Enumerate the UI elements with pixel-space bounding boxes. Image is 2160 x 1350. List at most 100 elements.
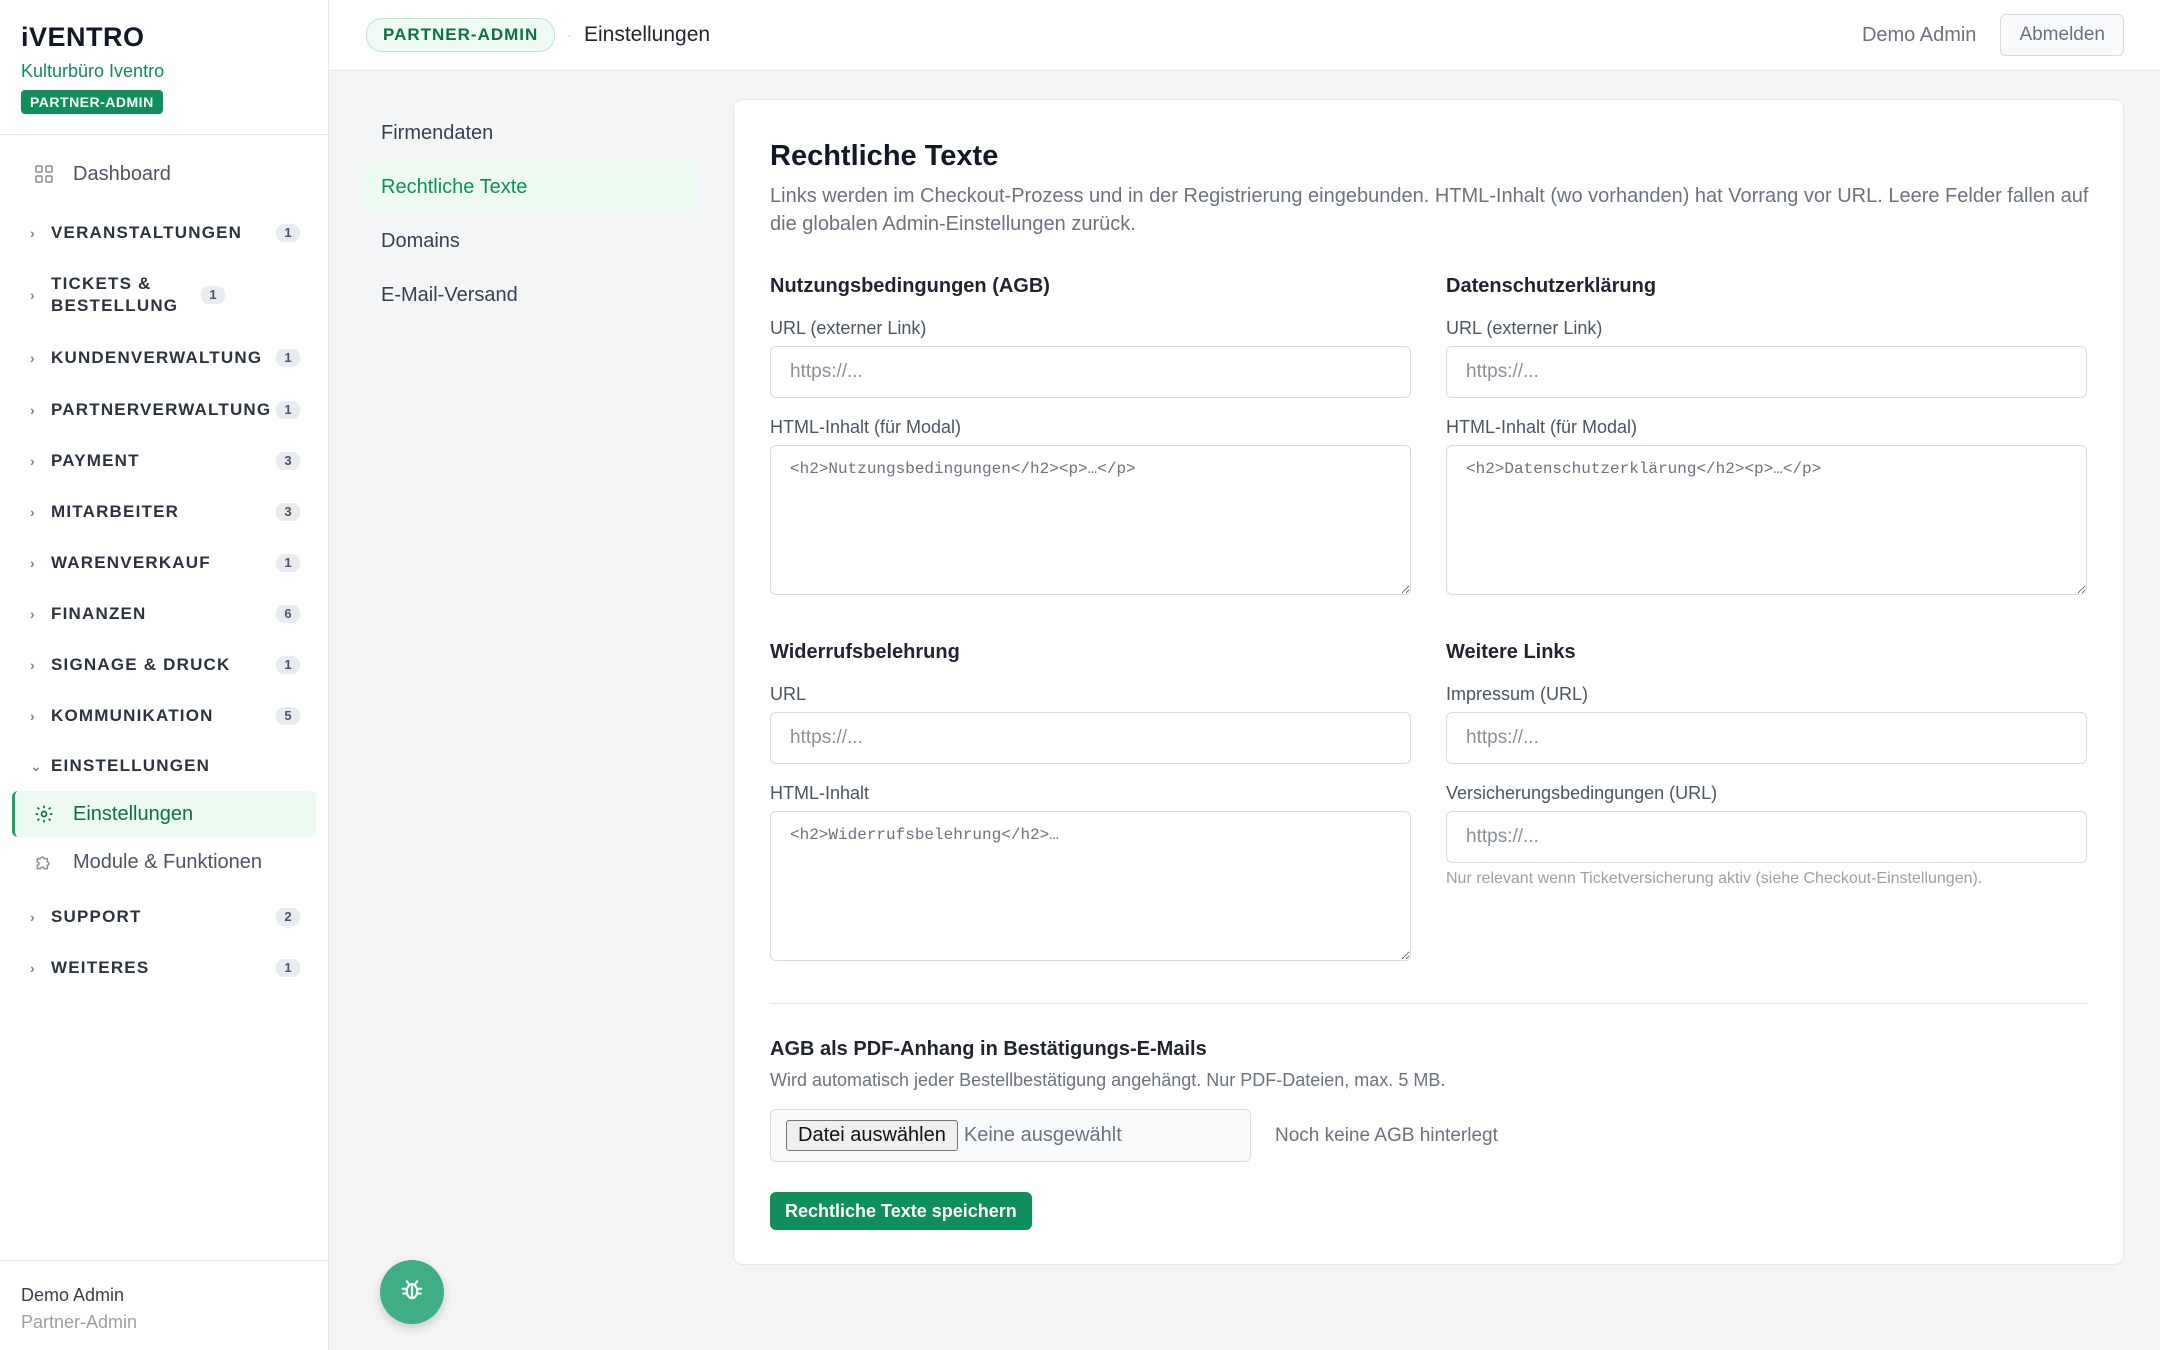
imprint-url-input[interactable] bbox=[1446, 712, 2087, 764]
sidebar: iVENTRO Kulturbüro Iventro PARTNER-ADMIN… bbox=[0, 0, 329, 1350]
choose-file-button[interactable]: Datei auswählen bbox=[786, 1120, 958, 1151]
chevron-right-icon: › bbox=[30, 287, 36, 303]
pdf-description: Wird automatisch jeder Bestellbestätigun… bbox=[770, 1070, 1446, 1090]
chevron-right-icon: › bbox=[30, 554, 36, 571]
count-badge: 1 bbox=[276, 400, 300, 419]
count-badge: 3 bbox=[276, 451, 300, 470]
count-badge: 3 bbox=[276, 502, 300, 521]
sidebar-group-einstellungen[interactable]: ⌄ EINSTELLUNGEN bbox=[0, 741, 328, 791]
agb-html-textarea[interactable] bbox=[770, 445, 1411, 595]
insurance-label: Versicherungsbedingungen (URL) bbox=[1446, 783, 1718, 803]
section-divider bbox=[770, 1003, 2088, 1004]
pdf-title: AGB als PDF-Anhang in Bestätigungs-E-Mai… bbox=[770, 1038, 1207, 1060]
bug-report-button[interactable] bbox=[380, 1260, 444, 1324]
chevron-right-icon: › bbox=[30, 452, 36, 469]
count-badge: 6 bbox=[276, 604, 300, 623]
sidebar-item-einstellungen[interactable]: Einstellungen bbox=[12, 791, 316, 837]
tab-domains[interactable]: Domains bbox=[365, 216, 697, 266]
sidebar-group-payment[interactable]: › PAYMENT 3 bbox=[0, 435, 328, 486]
sidebar-group-support[interactable]: › SUPPORT 2 bbox=[0, 891, 328, 942]
logout-button[interactable]: Abmelden bbox=[2000, 14, 2124, 56]
count-badge: 5 bbox=[276, 706, 300, 725]
insurance-url-input[interactable] bbox=[1446, 811, 2087, 863]
count-badge: 2 bbox=[276, 907, 300, 926]
chevron-right-icon: › bbox=[30, 224, 36, 241]
sidebar-group-weiteres[interactable]: › WEITERES 1 bbox=[0, 942, 328, 993]
chevron-right-icon: › bbox=[30, 959, 36, 976]
role-badge: PARTNER-ADMIN bbox=[366, 18, 556, 52]
sidebar-group-warenverkauf[interactable]: › WARENVERKAUF 1 bbox=[0, 537, 328, 588]
sidebar-group-finanzen[interactable]: › FINANZEN 6 bbox=[0, 588, 328, 639]
count-badge: 1 bbox=[201, 286, 225, 304]
sidebar-item-dashboard[interactable]: Dashboard bbox=[12, 149, 316, 199]
count-badge: 1 bbox=[276, 223, 300, 242]
user-name: Demo Admin bbox=[21, 1285, 125, 1305]
agb-url-label: URL (externer Link) bbox=[770, 318, 927, 338]
insurance-hint: Nur relevant wenn Ticketversicherung akt… bbox=[1446, 870, 1983, 887]
section-description: Links werden im Checkout-Prozess und in … bbox=[770, 185, 2089, 235]
sidebar-user: Demo Admin Partner-Admin bbox=[0, 1260, 328, 1350]
sidebar-group-veranstaltungen[interactable]: › VERANSTALTUNGEN 1 bbox=[0, 207, 328, 258]
chevron-right-icon: › bbox=[30, 908, 36, 925]
chevron-right-icon: › bbox=[30, 503, 36, 520]
section-title: Rechtliche Texte bbox=[770, 140, 999, 172]
chevron-down-icon: ⌄ bbox=[30, 757, 43, 774]
imprint-label: Impressum (URL) bbox=[1446, 684, 1589, 704]
chevron-right-icon: › bbox=[30, 605, 36, 622]
agb-title: Nutzungsbedingungen (AGB) bbox=[770, 275, 1050, 297]
breadcrumb-separator: · bbox=[567, 27, 572, 43]
withdrawal-html-label: HTML-Inhalt bbox=[770, 783, 870, 803]
top-header: PARTNER-ADMIN · Einstellungen Demo Admin… bbox=[329, 0, 2160, 71]
withdrawal-url-input[interactable] bbox=[770, 712, 1411, 764]
withdrawal-html-textarea[interactable] bbox=[770, 811, 1411, 961]
privacy-url-label: URL (externer Link) bbox=[1446, 318, 1603, 338]
privacy-title: Datenschutzerklärung bbox=[1446, 275, 1657, 297]
pdf-file-input[interactable]: Datei auswählen Keine ausgewählt bbox=[770, 1109, 1251, 1162]
sidebar-item-label: Einstellungen bbox=[73, 802, 194, 825]
sidebar-group-mitarbeiter[interactable]: › MITARBEITER 3 bbox=[0, 486, 328, 537]
user-role: Partner-Admin bbox=[21, 1312, 138, 1332]
sidebar-item-module[interactable]: Module & Funktionen bbox=[12, 837, 316, 887]
sidebar-group-partnerverwaltung[interactable]: › PARTNERVERWALTUNG 1 bbox=[0, 384, 328, 435]
privacy-url-input[interactable] bbox=[1446, 346, 2087, 398]
file-none-selected: Keine ausgewählt bbox=[963, 1124, 1122, 1146]
brand-logo[interactable]: iVENTRO bbox=[21, 22, 307, 53]
sidebar-group-tickets[interactable]: › TICKETS & BESTELLUNG 1 bbox=[0, 258, 328, 332]
tab-rechtliche-texte[interactable]: Rechtliche Texte bbox=[365, 162, 697, 212]
chevron-right-icon: › bbox=[30, 401, 36, 418]
agb-url-input[interactable] bbox=[770, 346, 1411, 398]
chevron-right-icon: › bbox=[30, 350, 36, 366]
withdrawal-url-label: URL bbox=[770, 684, 807, 704]
tab-email-versand[interactable]: E-Mail-Versand bbox=[365, 270, 697, 320]
sidebar-item-label: Module & Funktionen bbox=[73, 850, 263, 873]
organization-name: Kulturbüro Iventro bbox=[21, 61, 165, 81]
puzzle-icon bbox=[32, 850, 56, 874]
count-badge: 1 bbox=[276, 553, 300, 572]
privacy-html-label: HTML-Inhalt (für Modal) bbox=[1446, 417, 1638, 437]
tab-firmendaten[interactable]: Firmendaten bbox=[365, 108, 697, 158]
sidebar-group-kundenverwaltung[interactable]: › KUNDENVERWALTUNG 1 bbox=[0, 332, 328, 384]
sidebar-group-signage[interactable]: › SIGNAGE & DRUCK 1 bbox=[0, 639, 328, 690]
count-badge: 1 bbox=[276, 349, 300, 367]
role-badge: PARTNER-ADMIN bbox=[21, 90, 163, 114]
sidebar-nav: Dashboard › VERANSTALTUNGEN 1 › TICKETS … bbox=[0, 135, 328, 993]
chevron-right-icon: › bbox=[30, 707, 36, 724]
save-legal-texts-button[interactable]: Rechtliche Texte speichern bbox=[770, 1192, 1032, 1230]
legal-texts-card: Rechtliche Texte Links werden im Checkou… bbox=[733, 99, 2124, 1265]
chevron-right-icon: › bbox=[30, 656, 36, 673]
bug-icon bbox=[398, 1276, 426, 1309]
header-user-name: Demo Admin bbox=[1861, 23, 1977, 46]
count-badge: 1 bbox=[276, 655, 300, 674]
pdf-status: Noch keine AGB hinterlegt bbox=[1275, 1125, 1498, 1146]
gear-icon bbox=[32, 802, 56, 826]
agb-html-label: HTML-Inhalt (für Modal) bbox=[770, 417, 962, 437]
grid-icon bbox=[32, 162, 56, 186]
privacy-html-textarea[interactable] bbox=[1446, 445, 2087, 595]
brand: iVENTRO Kulturbüro Iventro PARTNER-ADMIN bbox=[0, 0, 328, 135]
header-actions: Demo Admin Abmelden bbox=[1862, 14, 2124, 56]
page-title: Einstellungen bbox=[583, 23, 711, 46]
sidebar-group-kommunikation[interactable]: › KOMMUNIKATION 5 bbox=[0, 690, 328, 741]
withdrawal-title: Widerrufsbelehrung bbox=[770, 641, 960, 663]
sidebar-item-label: Dashboard bbox=[73, 162, 171, 185]
settings-subnav: Firmendaten Rechtliche Texte Domains E-M… bbox=[365, 108, 697, 324]
